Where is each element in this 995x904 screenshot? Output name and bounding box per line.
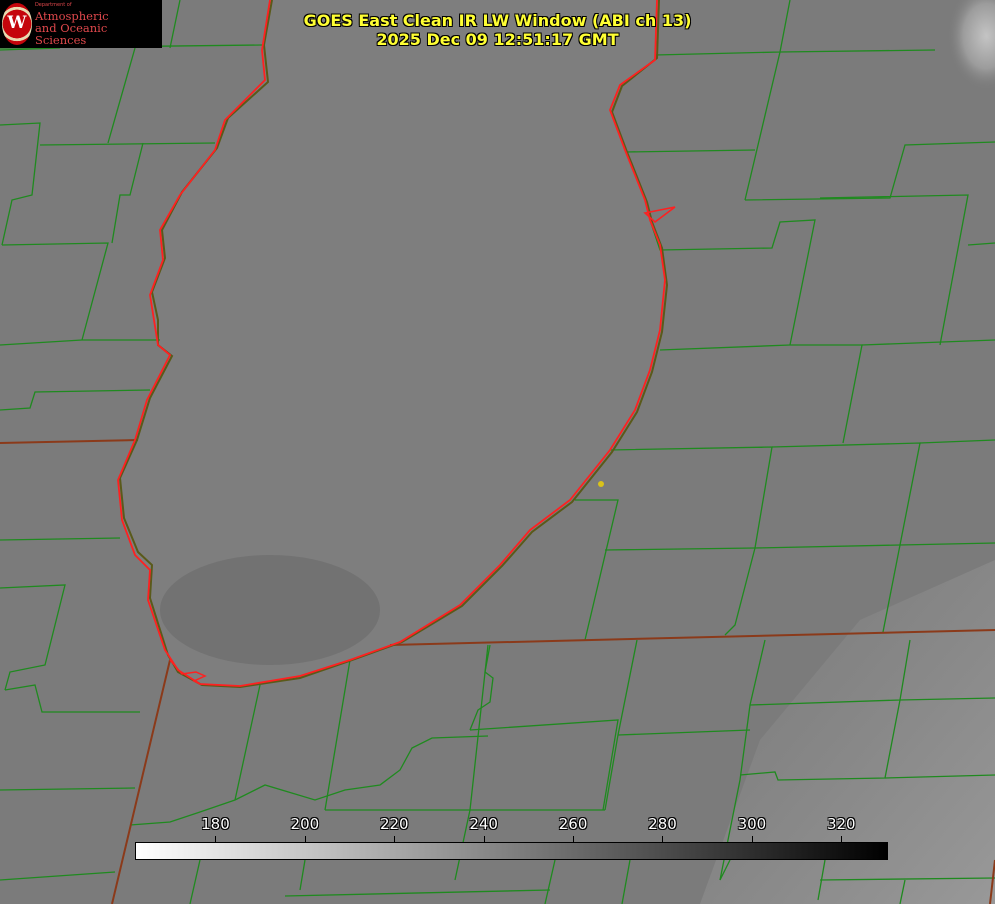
satellite-map — [0, 0, 995, 904]
colorbar-tick-label: 300 — [737, 815, 767, 833]
colorbar-tick-mark — [841, 836, 842, 842]
station-marker — [598, 481, 604, 487]
colorbar-tick-mark — [215, 836, 216, 842]
colorbar-tick-label: 320 — [826, 815, 856, 833]
temperature-colorbar — [135, 842, 888, 860]
colorbar-tick-label: 180 — [201, 815, 230, 833]
colorbar-tick-label: 260 — [558, 815, 588, 833]
colorbar-tick-mark — [573, 836, 574, 842]
logo-text: Department of Atmospheric and Oceanic Sc… — [34, 1, 162, 47]
colorbar-tick-mark — [662, 836, 663, 842]
colorbar-tick-label: 220 — [379, 815, 409, 833]
colorbar-tick-label: 200 — [290, 815, 320, 833]
aos-logo: W Department of Atmospheric and Oceanic … — [0, 0, 162, 48]
image-title: GOES East Clean IR LW Window (ABI ch 13)… — [200, 11, 795, 49]
crest-letter: W — [7, 13, 27, 33]
title-product: GOES East Clean IR LW Window (ABI ch 13) — [303, 11, 692, 30]
colorbar-tick-mark — [394, 836, 395, 842]
logo-line-2: and Oceanic Sciences — [34, 20, 108, 47]
warm-patch-south-lake — [160, 555, 380, 665]
colorbar-tick-mark — [484, 836, 485, 842]
cold-cloud-region — [780, 0, 995, 300]
logo-line-1: Atmospheric — [34, 8, 109, 23]
title-timestamp: 2025 Dec 09 12:51:17 GMT — [376, 30, 619, 49]
uw-crest-icon: W — [2, 3, 32, 45]
colorbar-tick-mark — [305, 836, 306, 842]
colorbar-tick-label: 240 — [469, 815, 498, 833]
colorbar-tick-mark — [752, 836, 753, 842]
satellite-image-view: W Department of Atmospheric and Oceanic … — [0, 0, 995, 904]
logo-department: Department of — [34, 1, 72, 8]
colorbar-tick-label: 280 — [648, 815, 677, 833]
